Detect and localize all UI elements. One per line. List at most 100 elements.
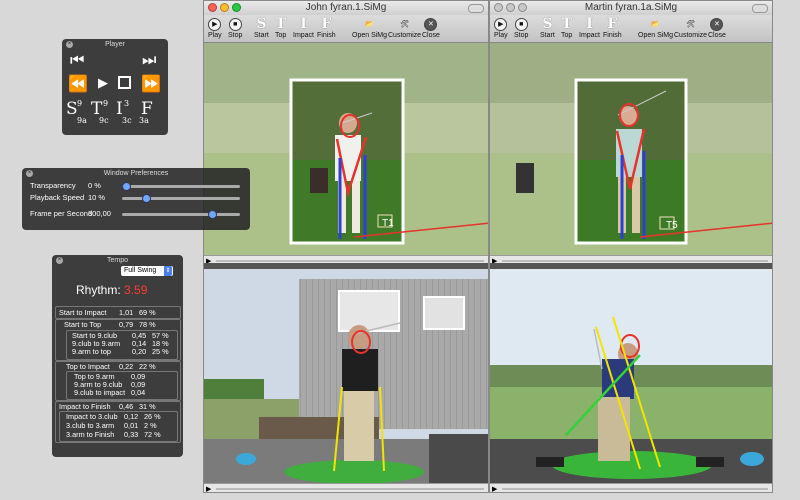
playback-speed-slider[interactable] <box>122 194 240 203</box>
customize-button[interactable]: 🛠 Customize <box>388 16 421 39</box>
rhythm-readout: Rhythm: 3.59 <box>76 283 148 297</box>
zoom-window-button[interactable] <box>518 3 527 12</box>
swing-video-bottom-left[interactable] <box>204 269 488 483</box>
play-icon[interactable]: ▶ <box>492 485 497 492</box>
close-icon[interactable]: × <box>66 41 73 48</box>
close-button[interactable]: ✕ Close <box>422 16 440 39</box>
panel-titlebar: × Tempo <box>56 257 128 264</box>
marker-start[interactable]: S 9 9a <box>66 99 88 129</box>
fast-forward-icon[interactable]: ⏩ <box>141 74 161 94</box>
window-title: Martin fyran.1a.SiMg <box>584 2 678 13</box>
play-icon: ▶ <box>494 17 508 31</box>
swing-type-select[interactable]: Full Swing ⇕ <box>121 266 173 276</box>
video-tag: T5 <box>666 220 678 231</box>
zoom-window-button[interactable] <box>232 3 241 12</box>
tempo-row: Start to Impact 1,01 69 % <box>59 308 156 317</box>
frame-markers: S 9 9a T 9 9c I 3 3c F 3a <box>66 99 166 131</box>
top-button[interactable]: T Top <box>561 16 572 39</box>
customize-button[interactable]: 🛠 Customize <box>674 16 707 39</box>
video-window-bottom-left: ▶ <box>203 263 489 493</box>
play-button[interactable]: ▶ Play <box>208 16 222 39</box>
open-simg-button[interactable]: 📂 Open SiMg <box>638 16 673 39</box>
skip-to-start-icon[interactable]: ⏮ <box>70 52 84 70</box>
slider-knob[interactable] <box>122 182 131 191</box>
finish-button[interactable]: F Finish <box>317 16 336 39</box>
top-button[interactable]: T Top <box>275 16 286 39</box>
tempo-subrow: 9.arm to top 0,20 25 % <box>72 347 169 356</box>
play-button[interactable]: ▶ Play <box>494 16 508 39</box>
close-icon: ✕ <box>710 17 724 31</box>
start-button[interactable]: S Start <box>540 16 555 39</box>
tempo-subrow: 3.club to 3.arm 0,01 2 % <box>66 421 157 430</box>
swing-video-martin[interactable]: T5 <box>490 43 772 255</box>
toolbar: ▶ Play ■ Stop S Start T Top I Impact F Finish … <box>490 15 772 43</box>
marker-impact[interactable]: I 3 3c <box>116 99 138 129</box>
finish-letter-icon: F <box>321 16 332 32</box>
rewind-icon[interactable]: ⏪ <box>68 74 88 94</box>
close-window-button[interactable] <box>494 3 503 12</box>
stop-icon[interactable] <box>118 76 131 89</box>
top-letter-icon: T <box>561 16 572 32</box>
window-controls <box>494 3 527 12</box>
open-folder-icon: 📂 <box>365 21 374 28</box>
open-simg-button[interactable]: 📂 Open SiMg <box>352 16 387 39</box>
swing-video-bottom-right[interactable] <box>490 269 772 483</box>
video-tag: T1 <box>382 218 394 229</box>
play-icon: ▶ <box>208 17 222 31</box>
slider-knob[interactable] <box>142 194 151 203</box>
stop-icon: ■ <box>228 17 242 31</box>
tempo-subrow: 3.arm to Finish 0,33 72 % <box>66 430 161 439</box>
tempo-panel: × Tempo Full Swing ⇕ Rhythm: 3.59 Start t… <box>52 255 183 457</box>
skip-to-end-icon[interactable]: ⏭ <box>142 52 156 70</box>
swing-video-frame: T5 <box>490 43 772 255</box>
minimize-window-button[interactable] <box>506 3 515 12</box>
finish-button[interactable]: F Finish <box>603 16 622 39</box>
marker-finish[interactable]: F 3a <box>139 99 163 129</box>
panel-titlebar: × Window Preferences <box>26 170 169 177</box>
fps-label: Frame per Second <box>30 209 93 218</box>
playback-speed-label: Playback Speed <box>30 193 85 202</box>
playback-speed-value: 10 % <box>88 193 106 202</box>
tempo-row: Impact to Finish 0,46 31 % <box>59 402 156 411</box>
marker-top[interactable]: T 9 9c <box>91 99 113 129</box>
timeline-scrubber[interactable]: ▶ <box>490 483 772 492</box>
close-window-button[interactable] <box>208 3 217 12</box>
player-controls: ⏮ ⏭ ⏪ ▶ ⏩ <box>62 50 168 100</box>
tools-icon: 🛠 <box>686 21 695 28</box>
video-window-bottom-right: ▶ <box>489 263 773 493</box>
window-preferences-panel: × Window Preferences Transparency 0 % Pla… <box>22 168 250 230</box>
close-icon[interactable]: × <box>26 170 33 177</box>
top-letter-icon: T <box>275 16 286 32</box>
slider-knob[interactable] <box>208 210 217 219</box>
window-titlebar: John fyran.1.SiMg <box>204 1 488 15</box>
start-button[interactable]: S Start <box>254 16 269 39</box>
toolbar-toggle-button[interactable] <box>752 4 768 13</box>
impact-button[interactable]: I Impact <box>579 16 600 39</box>
step-forward-icon[interactable]: ▶ <box>98 75 108 91</box>
tools-icon: 🛠 <box>400 21 409 28</box>
stop-button[interactable]: ■ Stop <box>228 16 242 39</box>
stop-icon: ■ <box>514 17 528 31</box>
fps-slider[interactable] <box>122 210 240 219</box>
impact-letter-icon: I <box>300 16 307 32</box>
transparency-slider[interactable] <box>122 182 240 191</box>
tempo-subrow: Impact to 3.club 0,12 26 % <box>66 412 161 421</box>
toolbar: ▶ Play ■ Stop S Start T Top I Impact F Finish … <box>204 15 488 43</box>
impact-button[interactable]: I Impact <box>293 16 314 39</box>
timeline-scrubber[interactable]: ▶ <box>204 483 488 492</box>
video-window-martin: Martin fyran.1a.SiMg ▶ Play ■ Stop S Start … <box>489 0 773 268</box>
close-button[interactable]: ✕ Close <box>708 16 726 39</box>
tempo-subrow: 9.club to impact 0,04 <box>74 388 146 397</box>
transparency-value: 0 % <box>88 181 101 190</box>
close-icon[interactable]: × <box>56 257 63 264</box>
open-folder-icon: 📂 <box>651 21 660 28</box>
minimize-window-button[interactable] <box>220 3 229 12</box>
window-controls <box>208 3 241 12</box>
toolbar-toggle-button[interactable] <box>468 4 484 13</box>
close-icon: ✕ <box>424 17 438 31</box>
swing-video-frame <box>204 269 488 483</box>
swing-video-frame <box>490 269 772 483</box>
play-icon[interactable]: ▶ <box>206 485 211 492</box>
stop-button[interactable]: ■ Stop <box>514 16 528 39</box>
panel-titlebar: × Player <box>66 41 125 48</box>
